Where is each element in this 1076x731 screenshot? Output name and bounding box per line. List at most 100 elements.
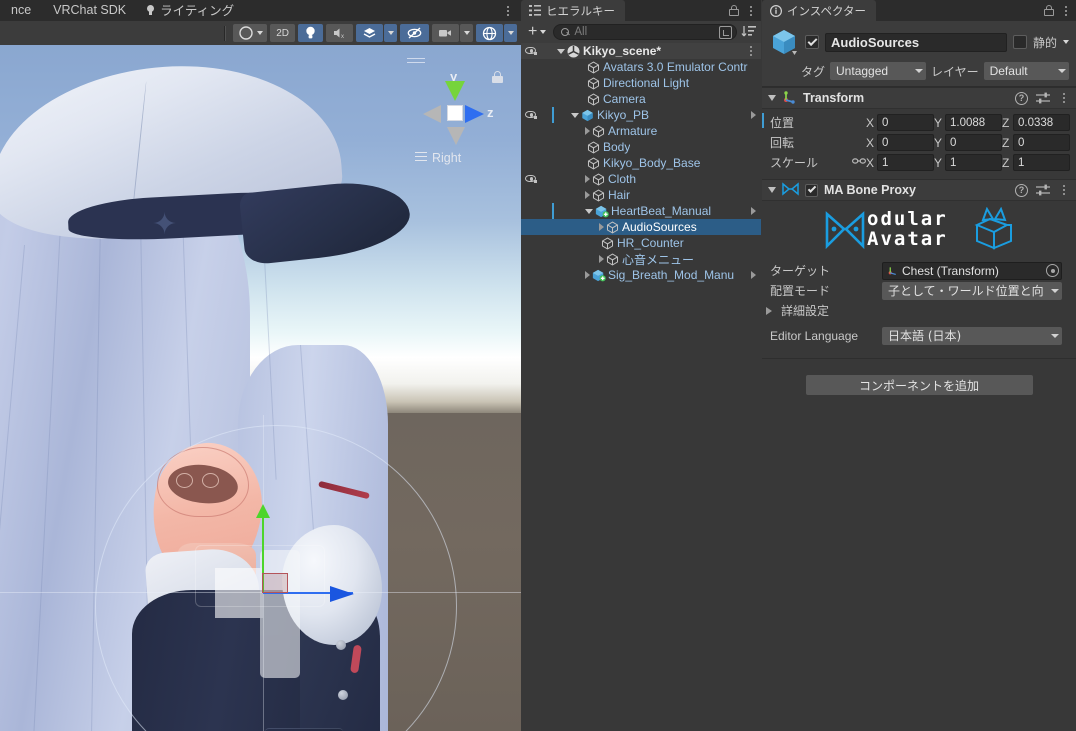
move-handle-z-arrow[interactable] [330, 586, 354, 602]
hierarchy-row-directional-light[interactable]: Directional Light [521, 75, 761, 91]
gizmo-projection-toggle[interactable]: Right [415, 151, 461, 165]
transform-position-y-input[interactable]: 1.0088 [945, 114, 1002, 131]
kebab-icon[interactable] [1058, 91, 1070, 105]
visibility-toggle-icon[interactable] [525, 173, 539, 185]
open-prefab-chevron-icon[interactable] [751, 207, 756, 215]
gizmos-dropdown[interactable] [504, 24, 517, 42]
static-checkbox[interactable] [1012, 35, 1027, 49]
toggle-audio[interactable]: x [326, 24, 353, 42]
gizmos-toggle[interactable] [476, 24, 503, 42]
toggle-2d[interactable]: 2D [270, 24, 295, 42]
chevron-down-icon[interactable] [768, 95, 776, 101]
chevron-right-icon[interactable] [585, 127, 590, 135]
draw-mode-dropdown[interactable] [233, 24, 268, 42]
add-component-button[interactable]: コンポーネントを追加 [805, 375, 1033, 395]
bone-proxy-component-header[interactable]: MA Bone Proxy ? [762, 179, 1076, 201]
scene-view-gizmo[interactable]: y z Right [399, 53, 509, 173]
hierarchy-row-body[interactable]: Body [521, 139, 761, 155]
move-handle-plane[interactable] [262, 573, 288, 593]
camera-dropdown[interactable] [460, 24, 473, 42]
gizmo-center-cube[interactable] [447, 105, 463, 121]
kebab-icon[interactable] [745, 44, 757, 58]
chevron-down-icon[interactable] [557, 48, 565, 54]
gizmo-axis-y-negative[interactable] [447, 127, 465, 145]
layer-dropdown[interactable]: Default [983, 62, 1069, 80]
gameobject-name-input[interactable]: AudioSources [825, 32, 1007, 52]
chevron-right-icon[interactable] [585, 175, 590, 183]
target-object-field[interactable]: Chest (Transform) [882, 261, 1062, 280]
transform-position-z-input[interactable]: 0.0338 [1013, 114, 1070, 131]
tab-inspector[interactable]: インスペクター [762, 0, 877, 21]
search-input[interactable]: All [553, 24, 737, 40]
transform-scale-y-input[interactable]: 1 [945, 154, 1002, 171]
transform-rotation-x-input[interactable]: 0 [877, 134, 934, 151]
transform-scale-z-input[interactable]: 1 [1013, 154, 1070, 171]
hierarchy-row-audiosources[interactable]: AudioSources [521, 219, 761, 235]
preset-icon[interactable] [1036, 92, 1050, 104]
hierarchy-row-heartbeat-manual[interactable]: HeartBeat_Manual [521, 203, 761, 219]
tab-hierarchy[interactable]: ヒエラルキー [521, 0, 625, 21]
transform-rotation-y-input[interactable]: 0 [945, 134, 1002, 151]
tag-dropdown[interactable]: Untagged [830, 62, 926, 80]
hierarchy-row-kikyo-pb[interactable]: Kikyo_PB [521, 107, 761, 123]
preset-icon[interactable] [1036, 184, 1050, 196]
open-prefab-chevron-icon[interactable] [751, 111, 756, 119]
toggle-hidden-objects[interactable] [400, 24, 429, 42]
hierarchy-row-kikyo-body-base[interactable]: Kikyo_Body_Base [521, 155, 761, 171]
transform-scale-x-input[interactable]: 1 [877, 154, 934, 171]
chevron-right-icon[interactable] [585, 271, 590, 279]
chevron-down-icon[interactable] [768, 187, 776, 193]
help-icon[interactable]: ? [1015, 91, 1028, 105]
menu-item-0[interactable]: nce [0, 0, 42, 21]
advanced-settings-foldout[interactable]: 詳細設定 [766, 301, 1070, 320]
menu-item-lighting[interactable]: ライティング [137, 0, 245, 21]
hierarchy-row-hr-counter[interactable]: HR_Counter [521, 235, 761, 251]
chevron-down-icon[interactable] [585, 208, 593, 214]
scene-camera-settings[interactable] [432, 24, 459, 42]
chevron-right-icon[interactable] [599, 223, 604, 231]
create-object-button[interactable]: + [525, 24, 549, 40]
gizmo-axis-y-positive[interactable] [445, 81, 465, 101]
gizmo-axis-z-positive[interactable] [465, 105, 484, 123]
editor-language-dropdown[interactable]: 日本語 (日本) [882, 326, 1062, 345]
toggle-scene-lighting[interactable] [298, 24, 323, 42]
transform-position-x-input[interactable]: 0 [877, 114, 934, 131]
hierarchy-row-cloth[interactable]: Cloth [521, 171, 761, 187]
hierarchy-row-hair[interactable]: Hair [521, 187, 761, 203]
gameobject-enabled-checkbox[interactable] [805, 35, 819, 49]
transform-component-header[interactable]: Transform ? [762, 87, 1076, 109]
lock-icon[interactable] [1044, 5, 1054, 16]
gizmo-axis-x[interactable] [423, 105, 441, 123]
open-prefab-chevron-icon[interactable] [751, 271, 756, 279]
visibility-toggle-icon[interactable] [525, 45, 539, 57]
placement-mode-dropdown[interactable]: 子として・ワールド位置と向きを維 [882, 281, 1062, 300]
toggle-fx[interactable] [356, 24, 383, 42]
kebab-icon[interactable] [745, 4, 757, 18]
hamburger-icon[interactable] [407, 58, 425, 66]
bone-proxy-enabled-checkbox[interactable] [805, 183, 818, 197]
kebab-icon[interactable] [1058, 183, 1070, 197]
hierarchy-tree[interactable]: Kikyo_scene* Avatars 3.0 Emulator Contr Di… [521, 43, 761, 283]
object-picker-icon[interactable] [1046, 264, 1059, 277]
hierarchy-row-kikyo-scene[interactable]: Kikyo_scene* [521, 43, 761, 59]
kebab-icon[interactable] [1060, 4, 1072, 18]
scene-view[interactable]: ✦ y z Right [0, 45, 521, 731]
search-expand-icon[interactable] [719, 25, 732, 39]
menu-item-vrchat-sdk[interactable]: VRChat SDK [42, 0, 137, 21]
hierarchy-row-[interactable]: 心音メニュー [521, 251, 761, 267]
help-icon[interactable]: ? [1015, 183, 1028, 197]
transform-rotation-z-input[interactable]: 0 [1013, 134, 1070, 151]
static-dropdown-icon[interactable] [1063, 40, 1069, 44]
hierarchy-row-camera[interactable]: Camera [521, 91, 761, 107]
hierarchy-row-sig-breath-mod-manu[interactable]: Sig_Breath_Mod_Manu [521, 267, 761, 283]
chevron-right-icon[interactable] [599, 255, 604, 263]
fx-dropdown[interactable] [384, 24, 397, 42]
lock-icon[interactable] [492, 71, 503, 83]
hierarchy-row-armature[interactable]: Armature [521, 123, 761, 139]
lock-icon[interactable] [729, 5, 739, 16]
visibility-toggle-icon[interactable] [525, 109, 539, 121]
chevron-right-icon[interactable] [585, 191, 590, 199]
move-handle-y-arrow[interactable] [256, 504, 270, 518]
chevron-down-icon[interactable] [571, 112, 579, 118]
link-constraint-icon[interactable] [852, 156, 867, 169]
